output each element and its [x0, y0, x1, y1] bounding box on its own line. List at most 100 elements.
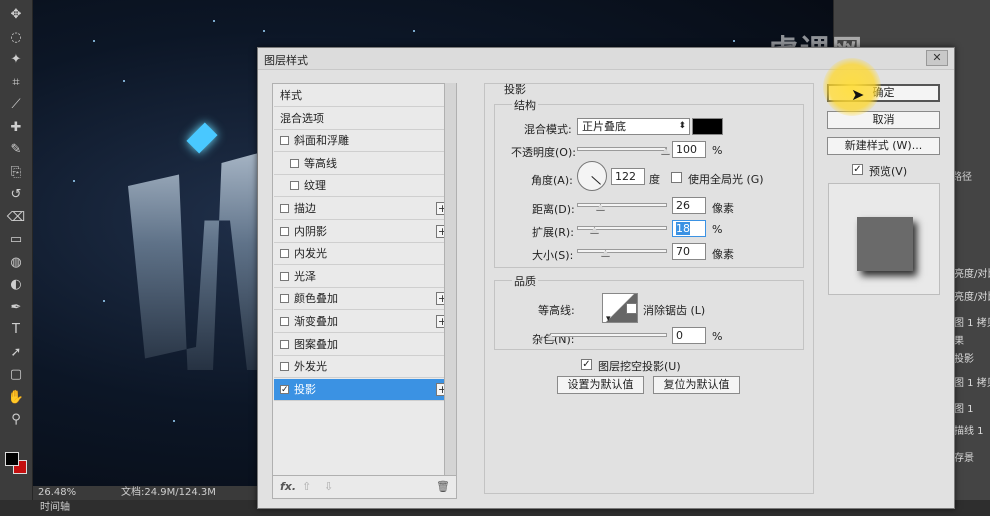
size-input[interactable]: 70: [672, 243, 706, 260]
hand-icon[interactable]: ✋: [4, 389, 28, 407]
style-checkbox[interactable]: [290, 181, 299, 191]
spread-input[interactable]: 18: [672, 220, 706, 237]
style-item[interactable]: 斜面和浮雕: [274, 130, 455, 153]
crop-icon[interactable]: ⌗: [4, 74, 28, 92]
distance-slider[interactable]: [577, 203, 667, 207]
size-unit: 像素: [712, 248, 734, 261]
reset-default-button[interactable]: 复位为默认值: [653, 376, 740, 394]
style-item[interactable]: 混合选项: [274, 108, 455, 130]
preview-checkbox[interactable]: ✓: [852, 164, 863, 175]
gradient-icon[interactable]: ▭: [4, 231, 28, 249]
history-brush-icon[interactable]: ↺: [4, 186, 28, 204]
style-preview: [828, 183, 940, 295]
layer-row[interactable]: 果: [954, 332, 964, 347]
global-light-checkbox[interactable]: [671, 172, 682, 183]
style-checkbox[interactable]: [280, 249, 289, 259]
style-checkbox[interactable]: [280, 204, 289, 213]
layer-row[interactable]: 图 1: [954, 400, 974, 415]
distance-input[interactable]: 26: [672, 197, 706, 214]
opacity-unit: %: [712, 144, 723, 157]
angle-dial[interactable]: [577, 161, 607, 191]
star-particle: [173, 420, 175, 422]
pen-icon[interactable]: ✒: [4, 299, 28, 317]
style-item[interactable]: ✓ 投影 +: [274, 378, 455, 401]
style-item-label: 混合选项: [280, 111, 324, 125]
blur-icon[interactable]: ◍: [4, 254, 28, 272]
star-particle: [123, 80, 125, 82]
blend-mode-select[interactable]: 正片叠底 ⬍: [577, 118, 690, 135]
distance-label: 距离(D):: [532, 203, 575, 216]
layer-row[interactable]: 亮度/对比: [954, 265, 990, 280]
move-up-icon[interactable]: ⇧: [302, 480, 311, 493]
style-item[interactable]: 内发光: [274, 243, 455, 266]
noise-slider[interactable]: [550, 333, 667, 337]
lasso-icon[interactable]: ◌: [4, 29, 28, 47]
fx-icon[interactable]: fx.: [280, 480, 296, 493]
type-icon[interactable]: T: [4, 321, 28, 339]
close-button[interactable]: ✕: [926, 50, 948, 66]
move-down-icon[interactable]: ⇩: [324, 480, 333, 493]
layer-row[interactable]: 描线 1: [954, 422, 984, 437]
style-item[interactable]: 等高线: [274, 153, 455, 175]
styles-list: 样式混合选项斜面和浮雕等高线 纹理 描边 + 内阴影 + 内发光 光泽 颜色叠加 + 渐变叠加 + 图案…: [272, 83, 457, 499]
timeline-label[interactable]: 时间轴: [40, 502, 70, 513]
spread-unit: %: [712, 223, 723, 236]
zoom-level[interactable]: 26.48%: [38, 486, 76, 500]
style-item-label: 斜面和浮雕: [294, 134, 349, 148]
style-checkbox[interactable]: [280, 271, 289, 281]
angle-input[interactable]: 122: [611, 168, 645, 185]
paths-tab[interactable]: 路径: [952, 168, 972, 183]
star-particle: [103, 300, 105, 302]
opacity-input[interactable]: 100: [672, 141, 706, 158]
layer-row[interactable]: 图 1 拷贝: [954, 374, 990, 389]
style-checkbox[interactable]: [290, 158, 299, 168]
dodge-icon[interactable]: ◐: [4, 276, 28, 294]
style-checkbox[interactable]: ✓: [280, 384, 289, 394]
style-item[interactable]: 图案叠加: [274, 334, 455, 356]
spread-slider[interactable]: [577, 226, 667, 230]
opacity-slider[interactable]: [577, 147, 667, 151]
healing-icon[interactable]: ✚: [4, 119, 28, 137]
style-checkbox[interactable]: [280, 136, 289, 146]
layer-row[interactable]: 图 1 拷贝: [954, 314, 990, 329]
eyedropper-icon[interactable]: ⟋: [4, 96, 28, 114]
style-checkbox[interactable]: [280, 226, 289, 236]
style-item[interactable]: 样式: [274, 85, 455, 107]
style-checkbox[interactable]: [280, 294, 289, 304]
brush-icon[interactable]: ✎: [4, 141, 28, 159]
style-item-label: 样式: [280, 89, 302, 102]
zoom-icon[interactable]: ⚲: [4, 411, 28, 429]
path-select-icon[interactable]: ➚: [4, 344, 28, 362]
antialias-checkbox[interactable]: [626, 303, 637, 314]
shape-icon[interactable]: ▢: [4, 366, 28, 384]
styles-list-scrollbar[interactable]: [444, 83, 456, 475]
style-item[interactable]: 外发光: [274, 356, 455, 379]
magic-wand-icon[interactable]: ✦: [4, 51, 28, 69]
style-item[interactable]: 光泽: [274, 266, 455, 288]
style-item[interactable]: 描边 +: [274, 198, 455, 220]
noise-input[interactable]: 0: [672, 327, 706, 344]
move-icon[interactable]: ✥: [4, 6, 28, 24]
trash-icon[interactable]: 🗑: [436, 480, 450, 493]
style-checkbox[interactable]: [280, 317, 289, 326]
layer-row[interactable]: 投影: [954, 350, 974, 365]
style-item[interactable]: 渐变叠加 +: [274, 311, 455, 333]
angle-unit: 度: [649, 173, 660, 186]
style-checkbox[interactable]: [280, 339, 289, 349]
eraser-icon[interactable]: ⌫: [4, 209, 28, 227]
set-default-button[interactable]: 设置为默认值: [557, 376, 644, 394]
new-style-button[interactable]: 新建样式 (W)...: [827, 137, 940, 155]
stamp-icon[interactable]: ⎘: [4, 164, 28, 182]
style-item[interactable]: 内阴影 +: [274, 221, 455, 243]
knockout-checkbox[interactable]: ✓: [581, 359, 592, 370]
gem-artwork: [186, 122, 218, 154]
contour-dropdown-icon[interactable]: ▾: [606, 314, 611, 324]
shadow-color-swatch[interactable]: [692, 118, 723, 135]
layer-row[interactable]: 存景: [954, 449, 974, 464]
style-checkbox[interactable]: [280, 362, 289, 372]
size-slider[interactable]: [577, 249, 667, 253]
layer-row[interactable]: 亮度/对比: [954, 288, 990, 303]
foreground-color-swatch[interactable]: [5, 452, 19, 466]
style-item[interactable]: 纹理: [274, 175, 455, 198]
style-item[interactable]: 颜色叠加 +: [274, 288, 455, 311]
